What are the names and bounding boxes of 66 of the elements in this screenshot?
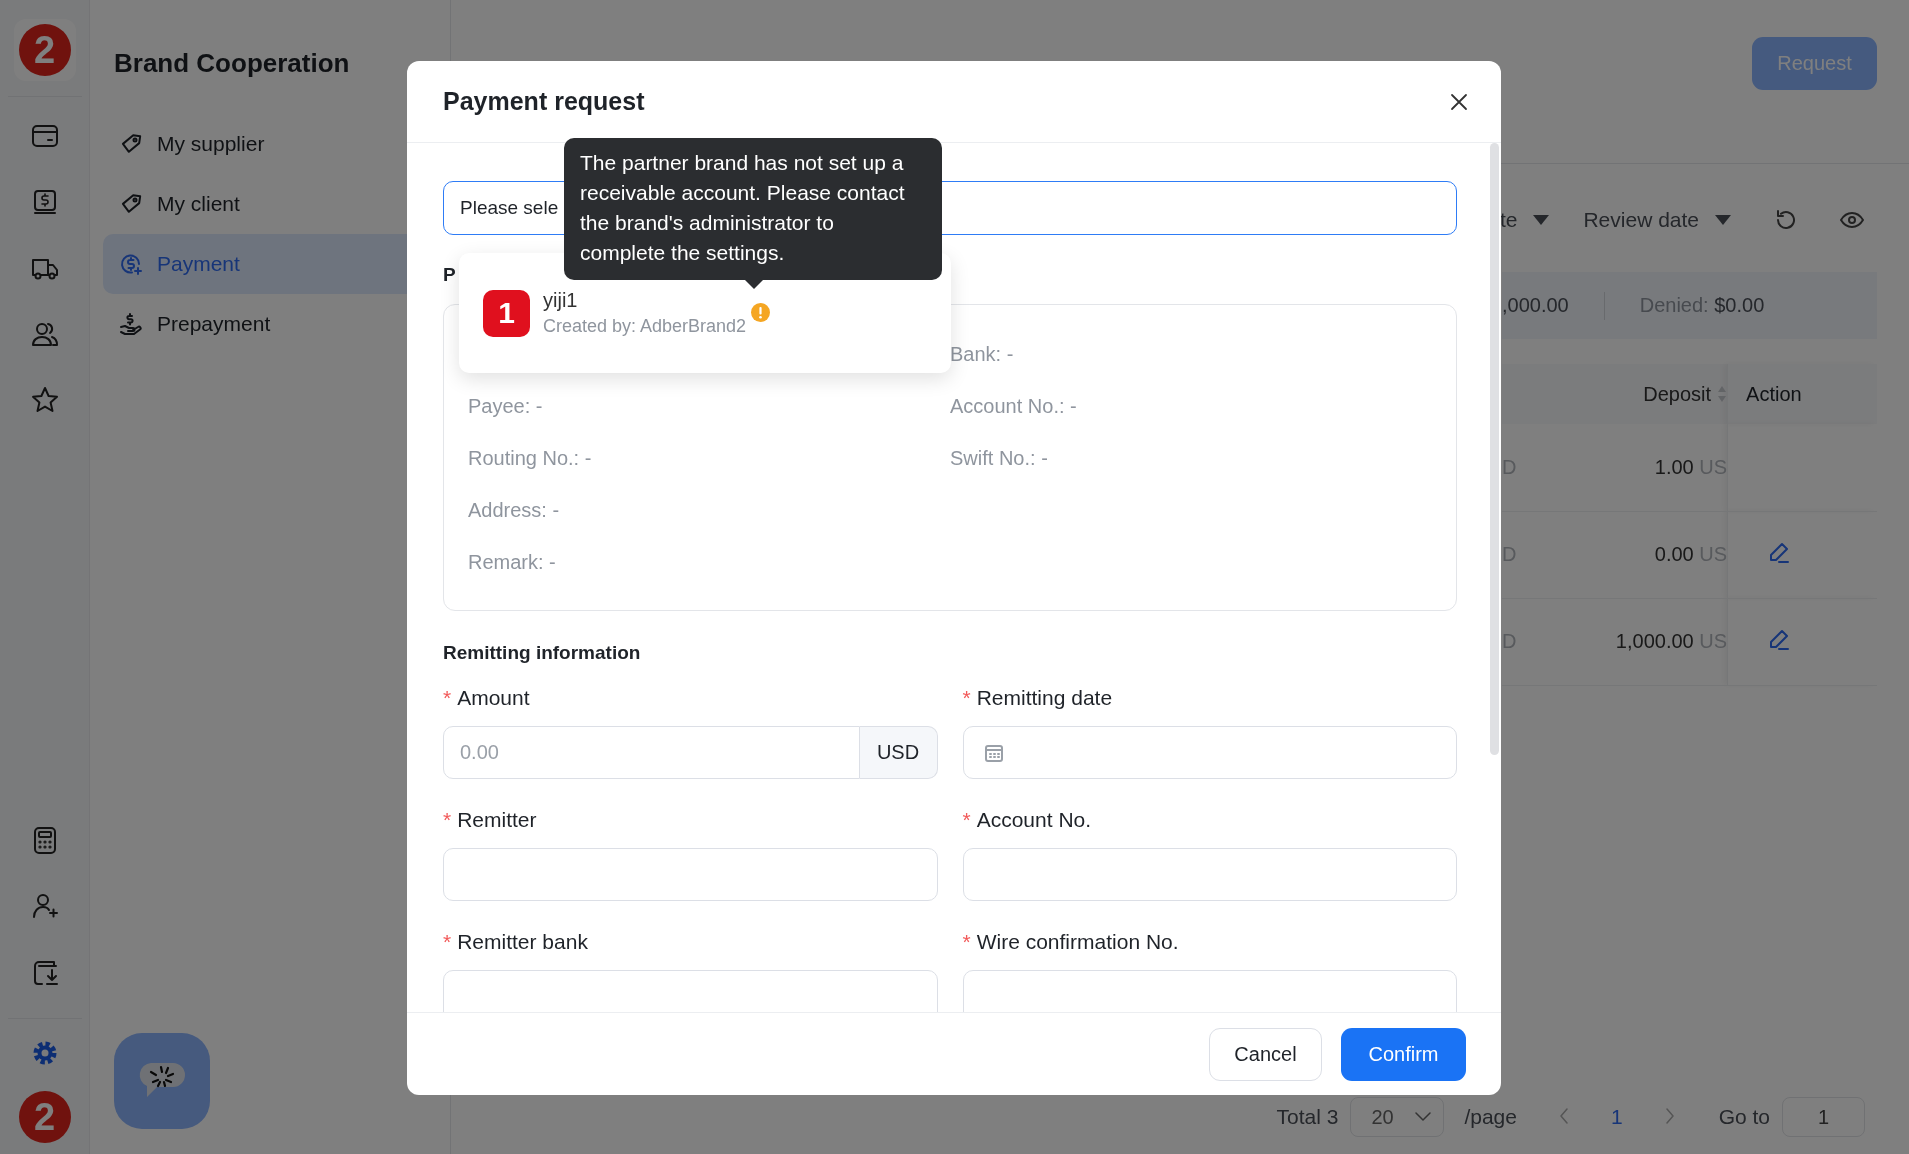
summary-item: ,000.00 bbox=[1502, 294, 1569, 317]
star-icon[interactable] bbox=[29, 385, 60, 415]
required-mark: * bbox=[962, 930, 971, 954]
currency-addon: USD bbox=[859, 726, 938, 779]
goto-field[interactable]: 1 bbox=[1782, 1097, 1865, 1137]
filter-label[interactable]: te bbox=[1499, 208, 1518, 232]
edit-icon[interactable] bbox=[1768, 541, 1791, 563]
required-mark: * bbox=[443, 686, 452, 710]
per-page-label: /page bbox=[1464, 1105, 1517, 1129]
tag-icon[interactable] bbox=[119, 192, 143, 216]
app-logo[interactable]: 2 bbox=[13, 19, 76, 81]
option-creator: Created by: AdberBrand2 bbox=[543, 316, 747, 337]
total-count: Total 3 bbox=[1276, 1105, 1339, 1129]
column-header: Deposit bbox=[1643, 382, 1712, 406]
field-label: Remitter bbox=[457, 808, 537, 832]
edit-icon[interactable] bbox=[1768, 628, 1791, 650]
caret-down-icon[interactable] bbox=[1531, 214, 1552, 226]
required-mark: * bbox=[962, 686, 971, 710]
field-label: Wire confirmation No. bbox=[976, 930, 1179, 954]
required-mark: * bbox=[443, 930, 452, 954]
info-text: Remark: - bbox=[468, 549, 557, 575]
caret-down-icon[interactable] bbox=[1713, 214, 1733, 226]
hand-dollar-icon[interactable] bbox=[119, 312, 143, 336]
field-label: Account No. bbox=[976, 808, 1092, 832]
required-mark: * bbox=[962, 808, 971, 832]
sidebar-item[interactable]: My supplier bbox=[103, 114, 450, 174]
refresh-icon[interactable] bbox=[1774, 208, 1798, 232]
close-icon bbox=[1449, 91, 1469, 112]
amount-field[interactable]: 0.00 bbox=[443, 726, 860, 779]
page-size-select[interactable]: 20 bbox=[1350, 1097, 1445, 1137]
text-field[interactable] bbox=[962, 848, 1457, 901]
text-field[interactable] bbox=[443, 848, 938, 901]
section-title: Remitting information bbox=[443, 641, 642, 665]
sidebar-item[interactable]: Prepayment bbox=[103, 294, 450, 354]
info-text: Bank: - bbox=[950, 341, 1015, 367]
goto-label: Go to bbox=[1718, 1105, 1770, 1129]
text-field[interactable] bbox=[443, 970, 938, 1012]
calendar-icon bbox=[983, 742, 1004, 763]
required-mark: * bbox=[443, 808, 452, 832]
dropdown-option[interactable]: 1 yiji1 Created by: AdberBrand2 bbox=[483, 289, 771, 337]
date-field[interactable] bbox=[962, 726, 1457, 779]
column-header: Action bbox=[1746, 382, 1802, 405]
chevron-down-icon bbox=[1415, 1112, 1432, 1122]
confirm-button[interactable]: Confirm bbox=[1341, 1028, 1466, 1081]
info-text: Routing No.: - bbox=[468, 445, 593, 471]
info-text: Swift No.: - bbox=[950, 445, 1049, 471]
filter-label[interactable]: Review date bbox=[1583, 208, 1699, 232]
dollar-circle-icon[interactable] bbox=[119, 252, 143, 276]
page-number[interactable]: 1 bbox=[1610, 1105, 1623, 1129]
user-avatar[interactable]: 2 bbox=[18, 1091, 71, 1143]
info-text: Payee: - bbox=[468, 393, 544, 419]
field-label: Remitting date bbox=[976, 686, 1113, 710]
tag-icon[interactable] bbox=[119, 132, 143, 156]
brand-badge: 1 bbox=[483, 289, 530, 337]
info-text: Account No.: - bbox=[950, 393, 1078, 419]
tooltip: The partner brand has not set up a receivable account. Please contact the brand's administrator to complete the settings. bbox=[564, 138, 942, 289]
dialog-title: Payment request bbox=[443, 87, 645, 116]
scrollbar[interactable] bbox=[1490, 143, 1499, 755]
close-button[interactable] bbox=[1449, 91, 1469, 112]
field-label: Amount bbox=[457, 686, 530, 710]
cancel-button[interactable]: Cancel bbox=[1209, 1028, 1322, 1081]
info-text: Address: - bbox=[468, 497, 561, 523]
field-label: Remitter bank bbox=[457, 930, 588, 954]
sidebar-title: Brand Cooperation bbox=[114, 47, 351, 80]
option-name: yiji1 bbox=[543, 289, 579, 312]
text-field[interactable] bbox=[962, 970, 1457, 1012]
